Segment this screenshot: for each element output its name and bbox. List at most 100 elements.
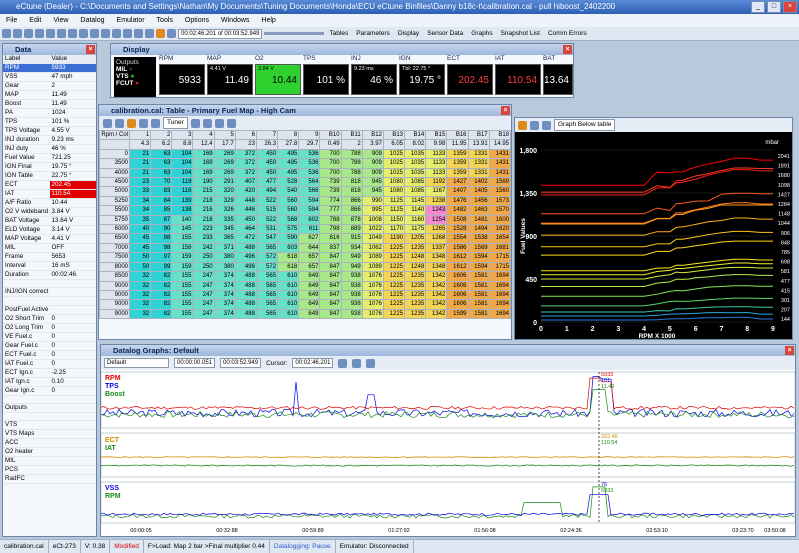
data-row[interactable]: [3, 279, 96, 289]
map-cell[interactable]: 889: [340, 224, 363, 235]
data-row[interactable]: TPS Voltage 4.55 V: [3, 126, 96, 136]
map-cell[interactable]: 372: [234, 158, 257, 169]
data-row[interactable]: Frame 5653: [3, 252, 96, 262]
map-cell[interactable]: 1431: [488, 158, 511, 169]
map-cell[interactable]: 739: [319, 177, 342, 188]
map-cell[interactable]: 866: [340, 195, 363, 207]
map-cell[interactable]: 565: [255, 271, 279, 282]
map-cell[interactable]: 450: [255, 167, 279, 179]
map-cell[interactable]: 1150: [382, 214, 406, 226]
data-row[interactable]: ECT Ign.c -2.25: [3, 368, 96, 378]
zoom-in-icon[interactable]: [338, 358, 348, 368]
map-cell[interactable]: 1581: [467, 289, 490, 301]
data-row[interactable]: MIL: [3, 456, 96, 467]
connect-icon[interactable]: [101, 29, 110, 38]
map-cell[interactable]: 372: [234, 167, 257, 179]
map-cell[interactable]: 138: [171, 205, 194, 216]
map-cell[interactable]: 407: [234, 177, 257, 188]
map-cell[interactable]: 1248: [404, 252, 427, 263]
map-cell[interactable]: 1606: [446, 280, 469, 291]
map-cell[interactable]: 1481: [467, 214, 490, 226]
map-cell[interactable]: 63: [150, 167, 173, 179]
graphs-button[interactable]: Graphs: [468, 29, 495, 39]
map-cell[interactable]: 798: [319, 224, 342, 235]
map-cell[interactable]: 32: [128, 280, 152, 291]
map-cell[interactable]: 1342: [425, 289, 448, 301]
data-row[interactable]: MIL OFF: [3, 243, 96, 253]
map-cell[interactable]: 488: [234, 299, 257, 310]
map-cell[interactable]: 1145: [404, 195, 427, 207]
map-cell[interactable]: 1225: [382, 242, 406, 254]
data-row[interactable]: VTS Maps: [3, 429, 96, 440]
map-cell[interactable]: 560: [277, 195, 300, 207]
map-cell[interactable]: 847: [319, 261, 342, 273]
map-cell[interactable]: 119: [171, 177, 194, 188]
map-cell[interactable]: 1025: [382, 158, 406, 169]
map-cell[interactable]: 371: [213, 242, 236, 254]
menu-file[interactable]: File: [0, 14, 23, 27]
map-cell[interactable]: 291: [213, 177, 236, 188]
math-icon[interactable]: [139, 118, 148, 128]
map-cell[interactable]: 84: [150, 195, 173, 207]
close-icon[interactable]: ×: [785, 346, 794, 355]
map-cell[interactable]: 32: [128, 271, 152, 282]
map-cell[interactable]: 700: [319, 167, 342, 179]
map-cell[interactable]: 98: [150, 242, 173, 254]
map-cell[interactable]: 1337: [425, 242, 448, 254]
map-cell[interactable]: 610: [277, 289, 300, 301]
map-cell[interactable]: 1076: [361, 271, 384, 282]
map-cell[interactable]: 610: [277, 271, 300, 282]
map-cell[interactable]: 618: [277, 261, 300, 273]
map-cell[interactable]: 1243: [425, 205, 448, 216]
map-cell[interactable]: 1359: [446, 167, 469, 179]
map-cell[interactable]: 1076: [361, 299, 384, 310]
map-cell[interactable]: 250: [192, 252, 215, 263]
map-cell[interactable]: 1160: [404, 214, 427, 226]
map-cell[interactable]: 21: [128, 148, 152, 160]
map-cell[interactable]: 847: [319, 252, 342, 263]
map-cell[interactable]: 1694: [488, 289, 511, 301]
map-cell[interactable]: 618: [277, 252, 300, 263]
map-cell[interactable]: 374: [213, 280, 236, 291]
map-cell[interactable]: 1606: [446, 271, 469, 282]
copy-icon[interactable]: [202, 118, 212, 128]
map-cell[interactable]: 1494: [467, 224, 490, 235]
smooth-icon[interactable]: [151, 118, 160, 128]
map-cell[interactable]: 1715: [488, 252, 511, 263]
map-cell[interactable]: 1694: [488, 280, 511, 291]
map-cell[interactable]: 1694: [488, 271, 511, 282]
select-icon[interactable]: [115, 118, 124, 128]
map-cell[interactable]: 1235: [404, 299, 427, 310]
data-row[interactable]: INJ duty 46 %: [3, 144, 96, 154]
map-cell[interactable]: 1035: [404, 158, 427, 169]
map-cell[interactable]: 995: [361, 205, 384, 216]
map-cell[interactable]: 938: [340, 299, 363, 310]
map-cell[interactable]: 169: [192, 167, 215, 179]
map-cell[interactable]: 90: [150, 224, 173, 235]
map-cell[interactable]: 1025: [382, 148, 406, 160]
map-cell[interactable]: 82: [150, 299, 173, 310]
map-cell[interactable]: 329: [213, 195, 236, 207]
data-row[interactable]: MAP Voltage 4.41 V: [3, 234, 96, 244]
map-cell[interactable]: 649: [298, 308, 321, 320]
undo-icon[interactable]: [79, 29, 88, 38]
copy-icon[interactable]: [57, 29, 66, 38]
map-cell[interactable]: 1594: [467, 252, 490, 263]
map-cell[interactable]: 1225: [382, 271, 406, 282]
map-cell[interactable]: 495: [277, 148, 300, 160]
cut-icon[interactable]: [46, 29, 55, 38]
map-cell[interactable]: 450: [234, 214, 257, 226]
map-cell[interactable]: 515: [255, 205, 279, 216]
map-cell[interactable]: 866: [340, 205, 363, 216]
map-cell[interactable]: 990: [361, 195, 384, 207]
map-cell[interactable]: 320: [213, 186, 236, 197]
tables-button[interactable]: Tables: [326, 29, 351, 39]
map-cell[interactable]: 190: [192, 177, 215, 188]
map-cell[interactable]: 33: [128, 186, 152, 197]
data-row[interactable]: O2 Short Trim 0: [3, 314, 96, 324]
map-cell[interactable]: 1681: [488, 242, 511, 254]
map-cell[interactable]: 602: [298, 214, 321, 226]
map-cell[interactable]: 1654: [488, 233, 511, 244]
map-cell[interactable]: 590: [277, 233, 300, 244]
map-cell[interactable]: 1248: [404, 261, 427, 273]
